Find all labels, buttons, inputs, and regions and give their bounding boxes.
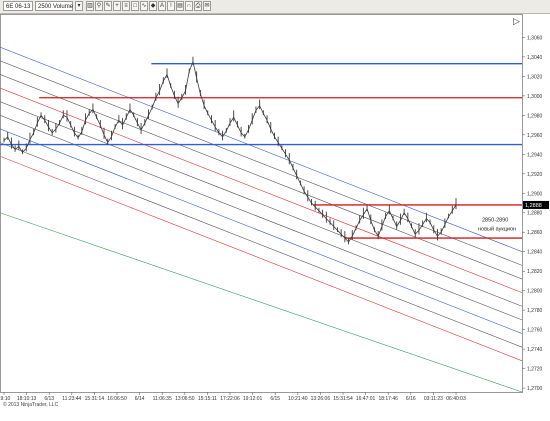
x-tick-label: 13:06:50 — [175, 396, 195, 402]
period-selector[interactable]: 2500 Volume — [35, 1, 73, 11]
magnet-icon[interactable]: ∩ — [185, 1, 193, 11]
print-icon[interactable]: ⎙ — [194, 1, 202, 11]
x-tick-label: 11:23:44 — [62, 396, 81, 402]
x-tick-label: 15:15:11 — [198, 396, 217, 402]
indicator-icon[interactable]: ∿ — [140, 1, 148, 11]
y-tick-label: 1,2840 — [527, 250, 543, 256]
instrument-selector[interactable]: 6E 06-13 — [3, 1, 33, 11]
y-tick-label: 1,3060 — [527, 35, 543, 41]
y-tick-label: 1,3020 — [527, 74, 543, 80]
crosshair-icon[interactable]: + — [113, 1, 121, 11]
y-tick-label: 1,2780 — [527, 308, 543, 314]
last-price-label: 1,2888 — [525, 203, 542, 209]
annotation-text: новый аукцион — [478, 225, 516, 232]
email-icon[interactable]: ✉ — [203, 1, 211, 11]
x-tick-label: 6/14 — [135, 396, 145, 402]
y-tick-label: 1,2820 — [527, 269, 543, 275]
zoom-icon[interactable]: ⚲ — [95, 1, 103, 11]
copyright-text: © 2013 NinjaTrader, LLC — [3, 402, 59, 408]
x-tick-label: 03:11:23 — [424, 396, 443, 402]
expand-icon[interactable]: ▷ — [513, 17, 520, 27]
x-tick-label: 6/16 — [406, 396, 416, 402]
y-tick-label: 1,2960 — [527, 133, 543, 139]
y-tick-label: 1,2700 — [527, 386, 543, 392]
x-tick-label: 6/15 — [270, 396, 280, 402]
y-tick-label: 1,2860 — [527, 230, 543, 236]
strategy-icon[interactable]: ◆ — [149, 1, 157, 11]
properties-icon[interactable]: ≡ — [122, 1, 130, 11]
y-tick-label: 1,2880 — [527, 211, 543, 217]
y-tick-label: 1,2740 — [527, 347, 543, 353]
x-tick-label: 15:31:54 — [333, 396, 353, 402]
x-tick-label: 06:40:03 — [446, 396, 466, 402]
y-tick-label: 1,3000 — [527, 94, 543, 100]
y-tick-label: 1,2920 — [527, 172, 543, 178]
x-tick-label: 16:06:50 — [107, 396, 127, 402]
y-tick-label: 1,2720 — [527, 367, 543, 373]
x-tick-label: 15:31:14 — [85, 396, 105, 402]
y-tick-label: 1,3040 — [527, 55, 543, 61]
data-box-icon[interactable]: ▤ — [176, 1, 184, 11]
text-icon[interactable]: A — [158, 1, 166, 11]
dropdown-icon[interactable]: ▾ — [75, 1, 83, 11]
plot-frame — [0, 14, 523, 393]
annotation-range: 2850-2890 — [482, 218, 508, 224]
x-tick-label: 18:17:46 — [378, 396, 398, 402]
x-tick-label: 19:12:01 — [243, 396, 263, 402]
draw-icon[interactable]: ✎ — [104, 1, 112, 11]
template-icon[interactable]: □ — [131, 1, 139, 11]
y-tick-label: 1,2980 — [527, 113, 543, 119]
x-tick-label: 10:21:40 — [288, 396, 308, 402]
x-tick-label: 17:22:06 — [220, 396, 240, 402]
y-tick-label: 1,2800 — [527, 289, 543, 295]
chart-bar-icon[interactable]: ▥ — [86, 1, 94, 11]
x-tick-label: 16:47:01 — [356, 396, 376, 402]
y-tick-label: 1,2760 — [527, 328, 543, 334]
chart-toolbar: 6E 06-13 2500 Volume ▾ ▥ ⚲ ✎ + ≡ □ ∿ ◆ A… — [0, 0, 550, 14]
x-tick-label: 13:26:06 — [311, 396, 331, 402]
y-tick-label: 1,2900 — [527, 191, 543, 197]
price-chart[interactable]: 1,3060 1,3040 1,3020 1,3000 1,2980 1,2960 1,29… — [0, 14, 550, 406]
alert-icon[interactable]: ! — [167, 1, 175, 11]
x-tick-label: 11:06:35 — [153, 396, 172, 402]
y-tick-label: 1,2940 — [527, 152, 543, 158]
